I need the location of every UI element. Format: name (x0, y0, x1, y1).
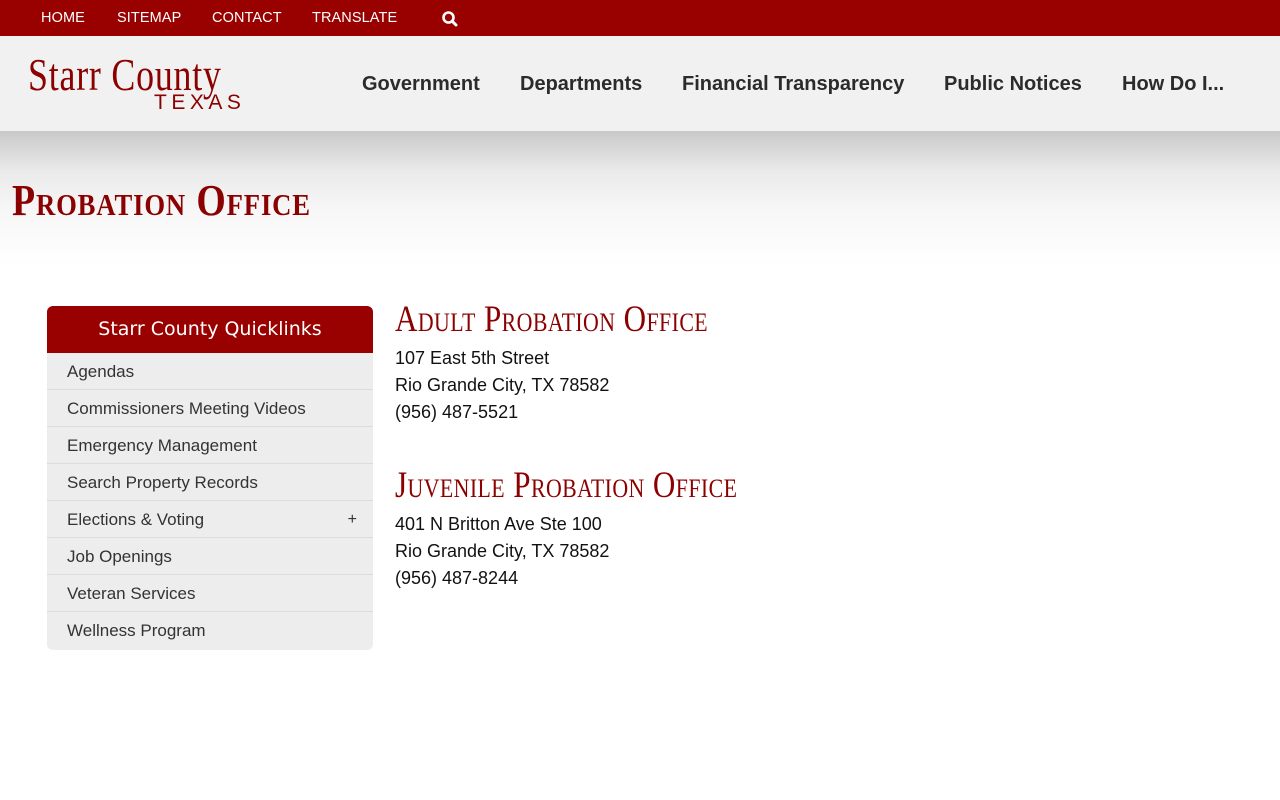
quicklink-label: Agendas (67, 362, 135, 381)
quicklink-search-property-records[interactable]: Search Property Records (47, 464, 373, 501)
quicklink-veteran-services[interactable]: Veteran Services (47, 575, 373, 612)
page-title: Probation Office (12, 176, 311, 225)
nav-how-do-i[interactable]: How Do I... (1122, 72, 1224, 96)
office-heading: Juvenile Probation Office (395, 465, 738, 506)
quicklink-agendas[interactable]: Agendas (47, 353, 373, 390)
nav-financial-transparency[interactable]: Financial Transparency (682, 72, 904, 96)
starr-county-logo[interactable]: Starr County TEXAS (28, 52, 248, 116)
nav-government[interactable]: Government (362, 72, 480, 96)
adult-probation-office-block: Adult Probation Office 107 East 5th Stre… (395, 300, 1095, 426)
translate-link[interactable]: TRANSLATE (312, 0, 397, 36)
nav-public-notices[interactable]: Public Notices (944, 72, 1082, 96)
office-address-line1: 401 N Britton Ave Ste 100 (395, 514, 602, 534)
quicklink-wellness-program[interactable]: Wellness Program (47, 612, 373, 649)
expand-plus-icon[interactable]: + (348, 501, 357, 538)
nav-departments[interactable]: Departments (520, 72, 642, 96)
quicklink-label: Emergency Management (67, 436, 257, 455)
page-title-band: Probation Office (0, 131, 1280, 266)
quicklinks-sidebar: Starr County Quicklinks Agendas Commissi… (47, 306, 373, 650)
office-address-line2: Rio Grande City, TX 78582 (395, 375, 610, 395)
logo-state-name: TEXAS (154, 91, 246, 114)
search-icon[interactable] (440, 9, 460, 29)
quicklink-job-openings[interactable]: Job Openings (47, 538, 373, 575)
contact-link[interactable]: CONTACT (212, 0, 282, 36)
quicklinks-title: Starr County Quicklinks (47, 306, 373, 353)
quicklink-emergency-management[interactable]: Emergency Management (47, 427, 373, 464)
site-header: Starr County TEXAS Government Department… (0, 36, 1280, 131)
quicklink-label: Commissioners Meeting Videos (67, 399, 306, 418)
office-heading: Adult Probation Office (395, 299, 709, 340)
quicklink-label: Veteran Services (67, 584, 196, 603)
quicklink-elections-voting[interactable]: Elections & Voting + (47, 501, 373, 538)
office-phone: (956) 487-8244 (395, 568, 519, 588)
quicklink-label: Elections & Voting (67, 510, 205, 529)
office-phone: (956) 487-5521 (395, 402, 519, 422)
quicklink-label: Search Property Records (67, 473, 258, 492)
quicklink-label: Wellness Program (67, 621, 206, 640)
top-utility-bar: HOME SITEMAP CONTACT TRANSLATE (0, 0, 1280, 36)
juvenile-probation-office-block: Juvenile Probation Office 401 N Britton … (395, 466, 1095, 592)
sitemap-link[interactable]: SITEMAP (117, 0, 181, 36)
office-address-line1: 107 East 5th Street (395, 348, 550, 368)
quicklink-commissioners-meeting-videos[interactable]: Commissioners Meeting Videos (47, 390, 373, 427)
quicklink-label: Job Openings (67, 547, 172, 566)
home-link[interactable]: HOME (41, 0, 85, 36)
office-address-line2: Rio Grande City, TX 78582 (395, 541, 610, 561)
